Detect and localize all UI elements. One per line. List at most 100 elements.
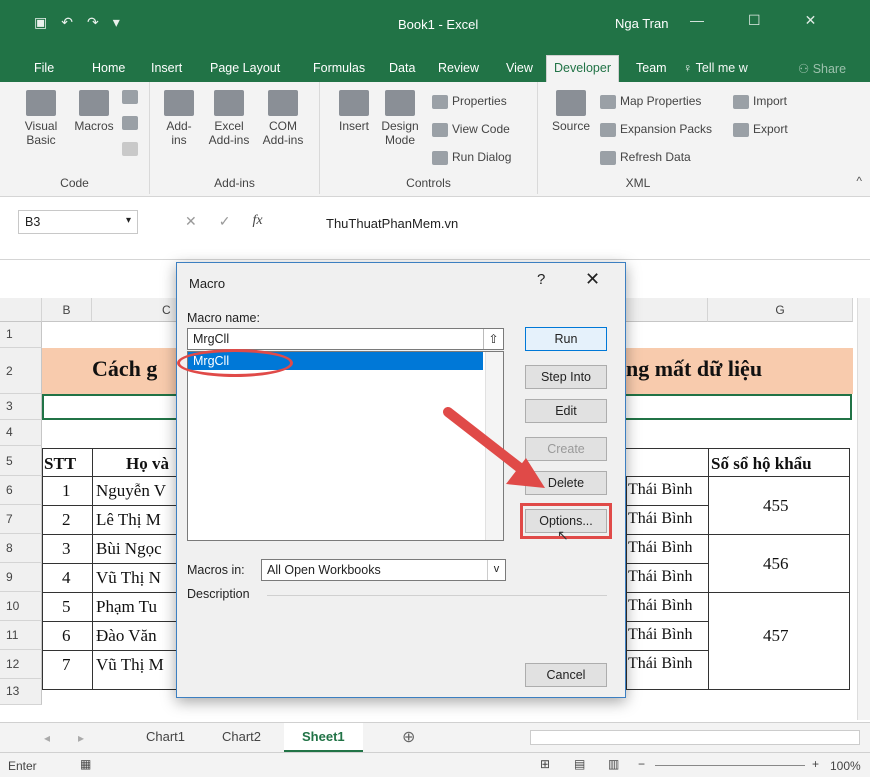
share-button[interactable]: ⚇ Share (798, 61, 846, 76)
cell-stt[interactable]: 3 (62, 539, 71, 559)
row-header[interactable]: 3 (0, 394, 42, 420)
save-icon[interactable]: ▣ (34, 14, 47, 31)
cell-place[interactable]: Thái Bình (628, 597, 692, 615)
cell-name[interactable]: Lê Thị M (96, 510, 161, 530)
create-button[interactable]: Create (525, 437, 607, 461)
macro-recording-icon[interactable]: ▦ (80, 757, 91, 771)
undo-icon[interactable]: ↶ (61, 14, 73, 31)
horizontal-scrollbar[interactable] (530, 730, 860, 745)
header-name[interactable]: Họ và (126, 454, 169, 474)
zoom-slider[interactable] (655, 765, 805, 766)
edit-button[interactable]: Edit (525, 399, 607, 423)
visual-basic-button[interactable]: Visual Basic (20, 90, 62, 147)
refresh-data-button[interactable]: Refresh Data (600, 150, 691, 165)
customize-qat-icon[interactable]: ▾ (113, 14, 120, 31)
macros-button[interactable]: Macros (72, 90, 116, 133)
row-header[interactable]: 11 (0, 621, 42, 650)
zoom-out-icon[interactable]: − (638, 757, 645, 771)
sheet-title-left[interactable]: Cách g (92, 356, 157, 382)
tab-team[interactable]: Team (636, 61, 667, 75)
header-stt[interactable]: STT (44, 454, 76, 474)
cancel-button[interactable]: Cancel (525, 663, 607, 687)
delete-button[interactable]: Delete (525, 471, 607, 495)
tab-insert[interactable]: Insert (151, 61, 182, 75)
column-header-b[interactable]: B (42, 298, 92, 322)
row-header[interactable]: 10 (0, 592, 42, 621)
tab-view[interactable]: View (506, 61, 533, 75)
tab-developer[interactable]: Developer (546, 55, 619, 82)
tab-page-layout[interactable]: Page Layout (210, 61, 280, 75)
zoom-level[interactable]: 100% (830, 759, 861, 773)
row-header[interactable]: 7 (0, 505, 42, 534)
row-header[interactable]: 5 (0, 446, 42, 476)
insert-control-button[interactable]: Insert (334, 90, 374, 133)
row-header[interactable]: 12 (0, 650, 42, 679)
run-dialog-button[interactable]: Run Dialog (432, 150, 511, 165)
zoom-in-icon[interactable]: + (812, 757, 819, 771)
cell-name[interactable]: Vũ Thị M (96, 655, 164, 675)
expansion-packs-button[interactable]: Expansion Packs (600, 122, 712, 137)
macro-list-scrollbar[interactable] (485, 352, 503, 540)
import-button[interactable]: Import (733, 94, 787, 109)
page-layout-view-icon[interactable]: ▤ (574, 757, 585, 771)
upload-arrow-icon[interactable]: ⇧ (483, 329, 503, 349)
row-header[interactable]: 9 (0, 563, 42, 592)
macros-in-select[interactable]: All Open Workbooks v (261, 559, 506, 581)
name-box-dropdown-icon[interactable]: ▾ (126, 215, 131, 226)
cell-place[interactable]: Thái Bình (628, 539, 692, 557)
cell-place[interactable]: Thái Bình (628, 481, 692, 499)
tab-data[interactable]: Data (389, 61, 415, 75)
tab-formulas[interactable]: Formulas (313, 61, 365, 75)
name-box[interactable]: B3 ▾ (18, 210, 138, 234)
page-break-view-icon[interactable]: ▥ (608, 757, 619, 771)
step-into-button[interactable]: Step Into (525, 365, 607, 389)
formula-content[interactable]: ThuThuatPhanMem.vn (326, 216, 458, 231)
insert-function-button[interactable]: fx (252, 213, 262, 230)
row-header[interactable]: 13 (0, 679, 42, 705)
addins-button[interactable]: Add-ins (160, 90, 198, 147)
cell-ho-khau[interactable]: 457 (763, 626, 789, 646)
next-sheet-icon[interactable]: ▸ (78, 731, 84, 745)
maximize-icon[interactable]: ☐ (748, 12, 761, 29)
confirm-entry-icon[interactable]: ✓ (219, 213, 231, 230)
redo-icon[interactable]: ↷ (87, 14, 99, 31)
cell-name[interactable]: Đào Văn (96, 626, 157, 646)
sheet-tab-chart2[interactable]: Chart2 (222, 729, 261, 744)
normal-view-icon[interactable]: ⊞ (540, 757, 550, 771)
excel-addins-button[interactable]: Excel Add-ins (206, 90, 252, 147)
cell-ho-khau[interactable]: 455 (763, 496, 789, 516)
cell-ho-khau[interactable]: 456 (763, 554, 789, 574)
cell-name[interactable]: Vũ Thị N (96, 568, 161, 588)
minimize-icon[interactable]: — (690, 12, 704, 29)
properties-button[interactable]: Properties (432, 94, 507, 109)
map-properties-button[interactable]: Map Properties (600, 94, 701, 109)
prev-sheet-icon[interactable]: ◂ (44, 731, 50, 745)
chevron-down-icon[interactable]: v (487, 560, 505, 580)
row-header[interactable]: 4 (0, 420, 42, 446)
row-header[interactable]: 6 (0, 476, 42, 505)
row-header[interactable]: 8 (0, 534, 42, 563)
sheet-title-right[interactable]: ng mất dữ liệu (626, 356, 762, 382)
select-all-corner[interactable] (0, 298, 42, 322)
header-ho-khau[interactable]: Số sổ hộ khẩu (711, 454, 812, 474)
macro-list[interactable]: MrgCll (187, 351, 504, 541)
macro-security-icon[interactable] (122, 142, 138, 156)
cell-place[interactable]: Thái Bình (628, 655, 692, 673)
run-button[interactable]: Run (525, 327, 607, 351)
sheet-tab-sheet1[interactable]: Sheet1 (284, 723, 363, 752)
source-button[interactable]: Source (550, 90, 592, 133)
tab-file[interactable]: File (34, 61, 54, 75)
collapse-ribbon-icon[interactable]: ^ (856, 174, 862, 188)
cell-name[interactable]: Bùi Ngọc (96, 539, 162, 559)
cell-place[interactable]: Thái Bình (628, 626, 692, 644)
tab-review[interactable]: Review (438, 61, 479, 75)
com-addins-button[interactable]: COM Add-ins (260, 90, 306, 147)
cell-stt[interactable]: 6 (62, 626, 71, 646)
row-header[interactable]: 1 (0, 322, 42, 348)
view-code-button[interactable]: View Code (432, 122, 510, 137)
cell-stt[interactable]: 7 (62, 655, 71, 675)
tell-me-box[interactable]: ♀ Tell me w (683, 61, 748, 75)
cancel-entry-icon[interactable]: ✕ (185, 213, 197, 230)
record-macro-icon[interactable] (122, 90, 138, 104)
design-mode-button[interactable]: Design Mode (378, 90, 422, 147)
